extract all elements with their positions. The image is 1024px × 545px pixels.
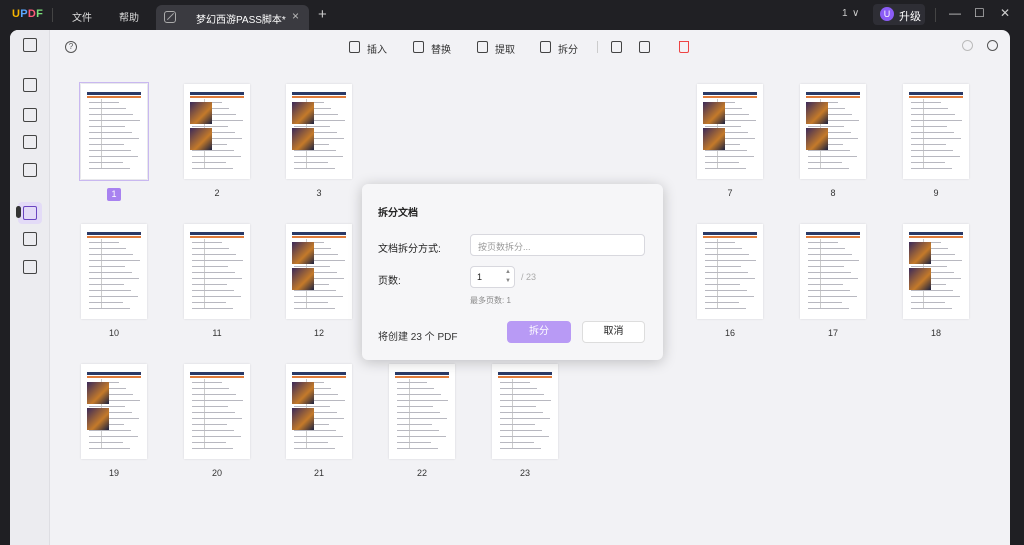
menu-file[interactable]: 文件	[72, 9, 92, 24]
page-thumbnail[interactable]	[184, 364, 250, 459]
page-thumbnail[interactable]	[286, 84, 352, 179]
form-icon[interactable]	[23, 135, 37, 149]
extract-icon[interactable]	[477, 41, 488, 53]
rotate-right-icon[interactable]	[639, 41, 650, 53]
page-thumbnail[interactable]	[697, 84, 763, 179]
chevron-down-icon[interactable]: ∨	[852, 8, 859, 19]
left-sidebar	[10, 30, 50, 545]
page-thumbnail[interactable]	[800, 224, 866, 319]
page-thumbnail[interactable]	[184, 84, 250, 179]
organize-pages-icon[interactable]	[23, 206, 37, 220]
page-number-label: 9	[933, 188, 939, 198]
edit-icon[interactable]	[23, 108, 37, 122]
avatar[interactable]: U	[880, 7, 894, 21]
page-thumbnail[interactable]	[81, 224, 147, 319]
pages-stepper[interactable]: 1 ▲ ▼	[470, 266, 515, 288]
page-number-label: 1	[107, 188, 121, 201]
page-number-label: 20	[211, 468, 222, 478]
crop-icon[interactable]	[23, 232, 37, 246]
page-thumbnail[interactable]	[800, 84, 866, 179]
page-number-label: 2	[214, 188, 220, 198]
create-count-info: 将创建 23 个 PDF	[378, 332, 458, 343]
document-tab-icon	[164, 11, 176, 23]
replace-button[interactable]: 替换	[431, 41, 451, 56]
page-thumbnail[interactable]	[389, 364, 455, 459]
page-number-label: 10	[108, 328, 119, 338]
split-button[interactable]: 拆分	[558, 41, 578, 56]
page-thumbnail[interactable]	[903, 84, 969, 179]
split-document-dialog: 拆分文档 文档拆分方式: 按页数拆分... 页数: 1 ▲ ▼ / 23 最多页…	[362, 184, 663, 360]
sign-icon[interactable]	[23, 163, 37, 177]
comment-icon[interactable]	[23, 78, 37, 92]
insert-icon[interactable]	[349, 41, 360, 53]
page-number-label: 22	[416, 468, 427, 478]
page-thumbnail[interactable]	[903, 224, 969, 319]
page-number-label: 23	[519, 468, 530, 478]
title-bar: UPDF 文件 帮助 梦幻西游PASS脚本* × + 1 ∨ U 升级 — ☐ …	[0, 0, 1024, 30]
replace-icon[interactable]	[413, 41, 424, 53]
split-confirm-button[interactable]: 拆分	[507, 321, 571, 343]
page-number-label: 21	[313, 468, 324, 478]
page-thumbnail[interactable]	[81, 364, 147, 459]
stepper-down-icon[interactable]: ▼	[505, 278, 511, 284]
convert-icon[interactable]	[23, 260, 37, 274]
zoom-in-icon[interactable]	[987, 40, 998, 51]
collapse-handle[interactable]	[16, 206, 21, 218]
page-thumbnail[interactable]	[286, 224, 352, 319]
updf-logo: UPDF	[12, 8, 44, 20]
minimize-icon[interactable]: —	[949, 6, 961, 20]
maximize-icon[interactable]: ☐	[974, 6, 985, 20]
delete-icon[interactable]	[679, 41, 689, 53]
tab-title: 梦幻西游PASS脚本*	[196, 15, 286, 26]
pages-total: / 23	[521, 272, 537, 282]
rotate-left-icon[interactable]	[611, 41, 622, 53]
zoom-out-icon[interactable]	[962, 40, 973, 51]
page-number-label: 3	[316, 188, 322, 198]
max-pages-hint: 最多页数: 1	[470, 296, 511, 305]
menu-help[interactable]: 帮助	[119, 9, 139, 24]
page-number-label: 12	[313, 328, 324, 338]
insert-button[interactable]: 插入	[367, 41, 387, 56]
divider	[52, 8, 53, 22]
split-icon[interactable]	[540, 41, 551, 53]
divider	[597, 41, 598, 53]
page-thumbnail[interactable]	[286, 364, 352, 459]
help-icon[interactable]: ?	[65, 41, 77, 53]
page-number-label: 19	[108, 468, 119, 478]
page-thumbnail[interactable]	[79, 82, 149, 181]
page-number-label: 17	[827, 328, 838, 338]
cancel-button[interactable]: 取消	[582, 321, 645, 343]
reader-icon[interactable]	[23, 38, 37, 52]
split-method-select[interactable]: 按页数拆分...	[470, 234, 645, 256]
page-number-label: 11	[212, 328, 222, 338]
page-number-label: 16	[724, 328, 735, 338]
page-thumbnail[interactable]	[697, 224, 763, 319]
close-icon[interactable]: ✕	[1000, 6, 1010, 20]
page-thumbnail[interactable]	[492, 364, 558, 459]
split-method-label: 文档拆分方式:	[378, 244, 441, 255]
upgrade-label[interactable]: 升级	[899, 8, 921, 24]
pages-value: 1	[477, 272, 483, 282]
tab-close-icon[interactable]: ×	[292, 9, 299, 23]
page-number-label: 8	[830, 188, 836, 198]
pages-label: 页数:	[378, 276, 401, 287]
page-indicator: 1	[842, 8, 848, 19]
new-tab-icon[interactable]: +	[318, 6, 327, 23]
page-number-label: 7	[727, 188, 733, 198]
stepper-up-icon[interactable]: ▲	[505, 269, 511, 275]
page-number-label: 18	[930, 328, 941, 338]
dialog-title: 拆分文档	[378, 208, 418, 219]
extract-button[interactable]: 提取	[495, 41, 515, 56]
page-thumbnail[interactable]	[184, 224, 250, 319]
document-tab[interactable]: 梦幻西游PASS脚本* ×	[156, 5, 309, 30]
divider	[935, 8, 936, 22]
